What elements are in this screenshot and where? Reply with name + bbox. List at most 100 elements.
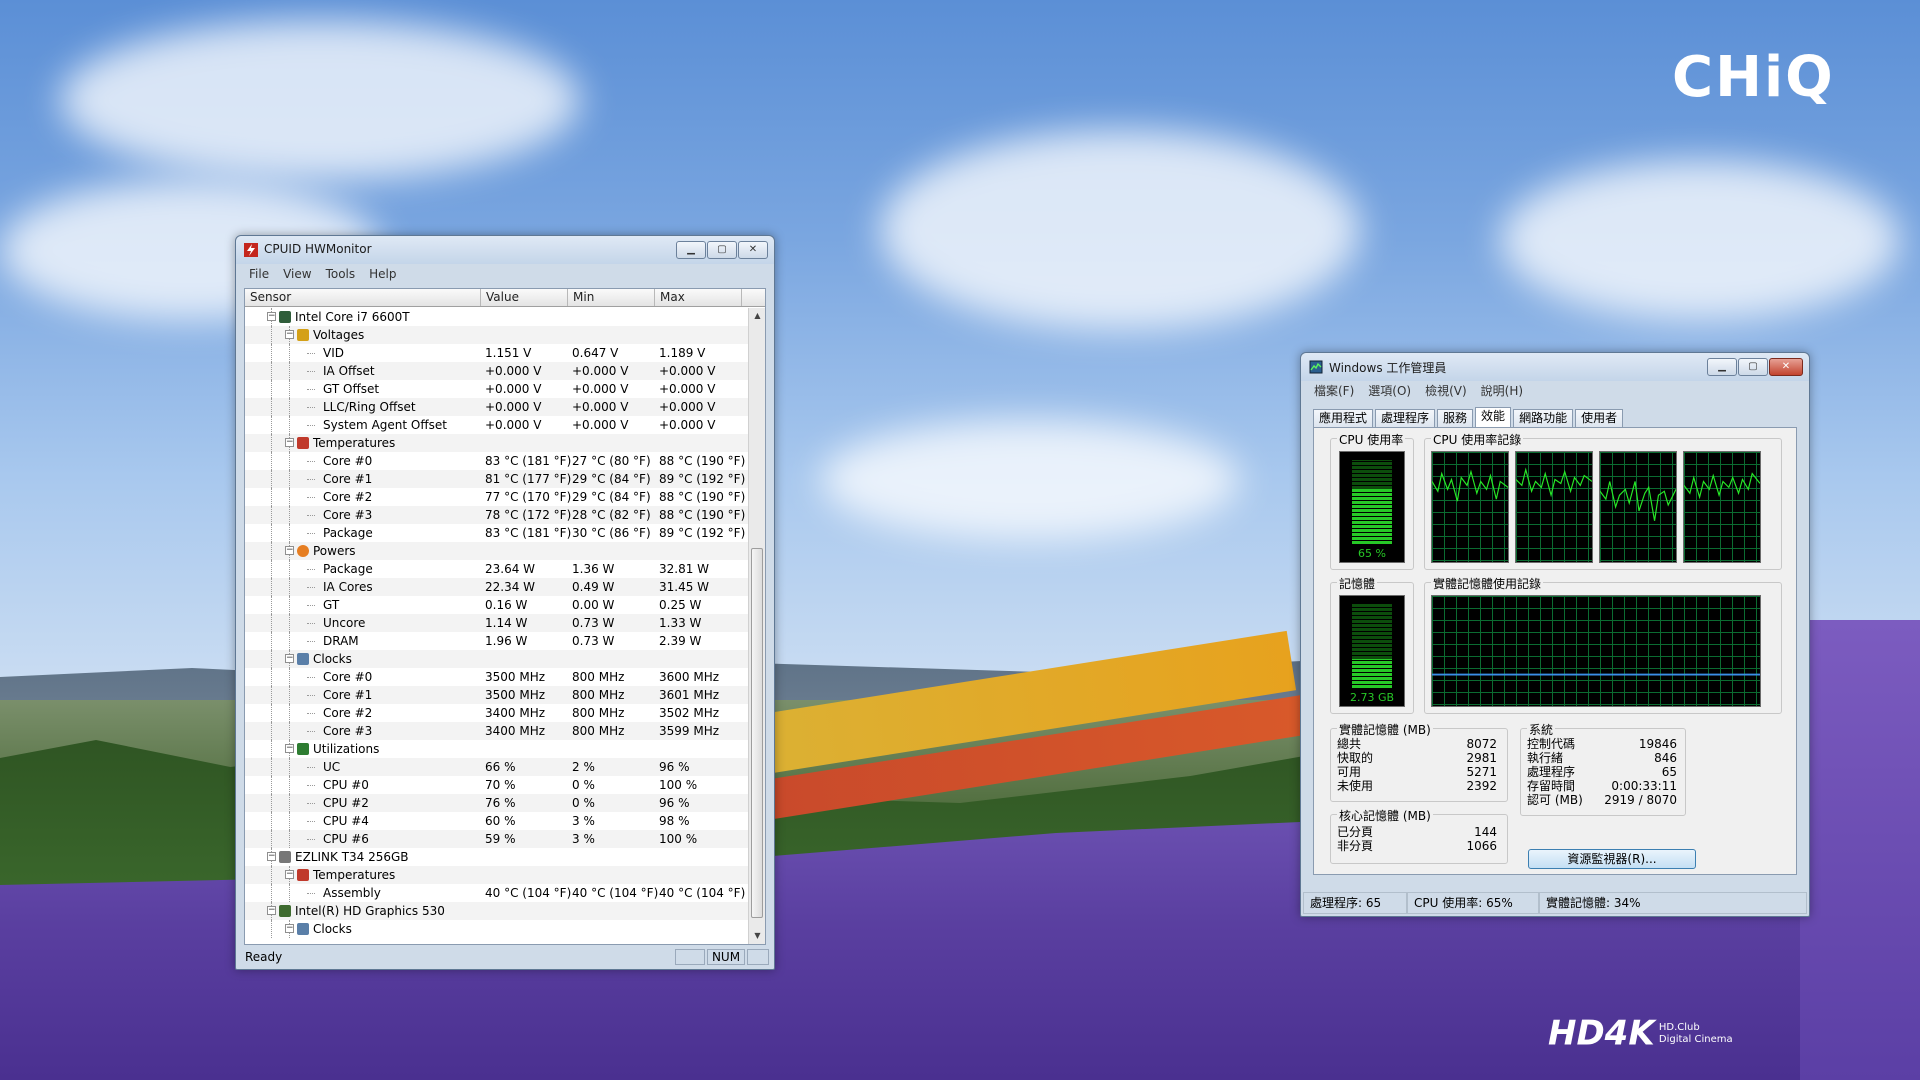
sensor-group-row[interactable]: − Temperatures [245,434,748,452]
sensor-row[interactable]: Package 23.64 W 1.36 W 32.81 W [245,560,748,578]
collapse-toggle-icon[interactable]: − [285,546,294,555]
resource-monitor-button[interactable]: 資源監視器(R)... [1528,849,1696,869]
column-max[interactable]: Max [655,289,742,306]
sensor-label: Utilizations [313,742,380,756]
sensor-value: 76 % [485,796,516,810]
vertical-scrollbar[interactable]: ▲ ▼ [748,308,765,944]
minimize-button[interactable]: ▁ [1707,358,1737,376]
hwmonitor-window[interactable]: CPUID HWMonitor ▁ ▢ ✕ File View Tools He… [235,235,775,970]
collapse-toggle-icon[interactable]: − [285,330,294,339]
sensor-row[interactable]: Core #2 3400 MHz 800 MHz 3502 MHz [245,704,748,722]
sensor-row[interactable]: Core #3 78 °C (172 °F) 28 °C (82 °F) 88 °C … [245,506,748,524]
sensor-row[interactable]: System Agent Offset +0.000 V +0.000 V +0.00… [245,416,748,434]
system-group: 系統 控制代碼 19846 執行緒 846 處理程序 65 存留時間 0:00:33:1… [1520,721,1686,816]
tree-line [307,713,315,714]
sensor-row[interactable]: Package 83 °C (181 °F) 30 °C (86 °F) 89 °C … [245,524,748,542]
sensor-name-cell: − Intel Core i7 6600T [245,308,481,326]
tab-services[interactable]: 服務 [1437,409,1474,427]
sensor-row[interactable]: CPU #2 76 % 0 % 96 % [245,794,748,812]
menu-options[interactable]: 選項(O) [1368,381,1411,401]
menu-help[interactable]: Help [369,264,396,284]
task-manager-window[interactable]: Windows 工作管理員 ▁ ▢ ✕ 檔案(F) 選項(O) 檢視(V) 說明… [1300,352,1810,917]
sensor-name-cell: − Clocks [245,920,481,938]
sensor-value: 70 % [485,778,516,792]
sensor-label: Powers [313,544,356,558]
sensor-row[interactable]: Core #0 3500 MHz 800 MHz 3600 MHz [245,668,748,686]
collapse-toggle-icon[interactable]: − [285,438,294,447]
sensor-row[interactable]: LLC/Ring Offset +0.000 V +0.000 V +0.000 V [245,398,748,416]
tree-line [289,686,290,704]
sensor-row[interactable]: Core #1 3500 MHz 800 MHz 3601 MHz [245,686,748,704]
scroll-down-arrow-icon[interactable]: ▼ [749,928,765,944]
sensor-max: 2.39 W [659,634,702,648]
sensor-group-row[interactable]: − Clocks [245,920,748,938]
sensor-group-row[interactable]: − Utilizations [245,740,748,758]
sensor-max [655,326,742,344]
sensor-min [568,308,655,326]
sensor-row[interactable]: Core #0 83 °C (181 °F) 27 °C (80 °F) 88 °C … [245,452,748,470]
sensor-row[interactable]: Core #3 3400 MHz 800 MHz 3599 MHz [245,722,748,740]
sensor-row[interactable]: Assembly 40 °C (104 °F) 40 °C (104 °F) 40 °… [245,884,748,902]
collapse-toggle-icon[interactable]: − [267,906,276,915]
maximize-button[interactable]: ▢ [1738,358,1768,376]
device-row[interactable]: − EZLINK T34 256GB [245,848,748,866]
sensor-row[interactable]: IA Cores 22.34 W 0.49 W 31.45 W [245,578,748,596]
tab-applications[interactable]: 應用程式 [1313,409,1374,427]
column-sensor[interactable]: Sensor [245,289,481,306]
sensor-max [655,920,742,938]
sensor-value [481,434,568,452]
tab-networking[interactable]: 網路功能 [1513,409,1574,427]
collapse-toggle-icon[interactable]: − [267,312,276,321]
menu-tools[interactable]: Tools [326,264,356,284]
menu-help[interactable]: 說明(H) [1481,381,1523,401]
sensor-name-cell: Package [245,560,481,578]
tab-performance[interactable]: 效能 [1475,407,1512,427]
menu-file[interactable]: 檔案(F) [1314,381,1354,401]
sensor-row[interactable]: GT 0.16 W 0.00 W 0.25 W [245,596,748,614]
scroll-up-arrow-icon[interactable]: ▲ [749,308,765,324]
sensor-row[interactable]: UC 66 % 2 % 96 % [245,758,748,776]
collapse-toggle-icon[interactable]: − [285,654,294,663]
collapse-toggle-icon[interactable]: − [285,870,294,879]
sensor-group-row[interactable]: − Powers [245,542,748,560]
menu-view[interactable]: View [283,264,311,284]
sensor-row[interactable]: GT Offset +0.000 V +0.000 V +0.000 V [245,380,748,398]
sensor-name-cell: Core #0 [245,668,481,686]
sensor-label: Core #3 [323,508,373,522]
sensor-row[interactable]: CPU #0 70 % 0 % 100 % [245,776,748,794]
sensor-group-row[interactable]: − Temperatures [245,866,748,884]
collapse-toggle-icon[interactable]: − [285,924,294,933]
close-button[interactable]: ✕ [1769,358,1803,376]
tree-line [307,407,315,408]
sensor-row[interactable]: Uncore 1.14 W 0.73 W 1.33 W [245,614,748,632]
sensor-row[interactable]: IA Offset +0.000 V +0.000 V +0.000 V [245,362,748,380]
sensor-row[interactable]: VID 1.151 V 0.647 V 1.189 V [245,344,748,362]
cpu-icon [279,311,291,323]
sensor-group-row[interactable]: − Clocks [245,650,748,668]
column-value[interactable]: Value [481,289,568,306]
sensor-row[interactable]: CPU #4 60 % 3 % 98 % [245,812,748,830]
sensor-min: 40 °C (104 °F) [572,886,659,900]
column-min[interactable]: Min [568,289,655,306]
resize-grip-icon[interactable] [747,949,769,965]
close-button[interactable]: ✕ [738,241,768,259]
sensor-row[interactable]: DRAM 1.96 W 0.73 W 2.39 W [245,632,748,650]
device-row[interactable]: − Intel Core i7 6600T [245,308,748,326]
menu-view[interactable]: 檢視(V) [1425,381,1467,401]
device-row[interactable]: − Intel(R) HD Graphics 530 [245,902,748,920]
sensor-group-row[interactable]: − Voltages [245,326,748,344]
menu-file[interactable]: File [249,264,269,284]
sensor-row[interactable]: CPU #6 59 % 3 % 100 % [245,830,748,848]
sensor-row[interactable]: Core #2 77 °C (170 °F) 29 °C (84 °F) 88 °C … [245,488,748,506]
collapse-toggle-icon[interactable]: − [267,852,276,861]
task-manager-titlebar[interactable]: Windows 工作管理員 ▁ ▢ ✕ [1301,353,1809,381]
hwmonitor-titlebar[interactable]: CPUID HWMonitor ▁ ▢ ✕ [236,236,774,264]
tab-processes[interactable]: 處理程序 [1375,409,1436,427]
collapse-toggle-icon[interactable]: − [285,744,294,753]
tree-line [307,587,315,588]
maximize-button[interactable]: ▢ [707,241,737,259]
tab-users[interactable]: 使用者 [1575,409,1624,427]
minimize-button[interactable]: ▁ [676,241,706,259]
scroll-thumb[interactable] [751,548,763,918]
sensor-row[interactable]: Core #1 81 °C (177 °F) 29 °C (84 °F) 89 °C … [245,470,748,488]
